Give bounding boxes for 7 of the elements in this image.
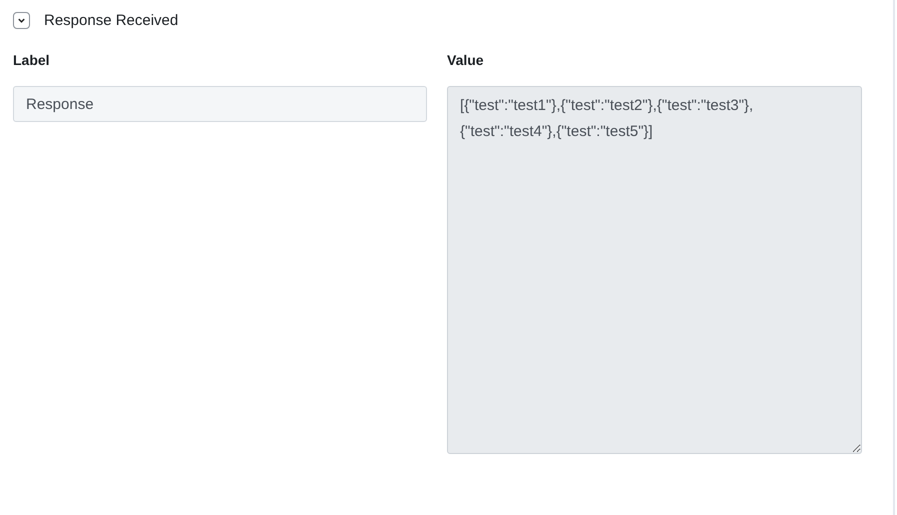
field-label: Label xyxy=(13,52,51,68)
section-title: Response Received xyxy=(44,12,178,28)
field-label: Value xyxy=(447,52,485,68)
collapse-toggle[interactable] xyxy=(13,12,30,28)
chevron-icon xyxy=(17,16,26,24)
label-field[interactable]: Response xyxy=(13,86,427,122)
value-field[interactable]: [{"test":"test1"},{"test":"test2"},{"test":"test3"},{"test":"test4"},{"test":"test5"}] xyxy=(447,86,862,454)
